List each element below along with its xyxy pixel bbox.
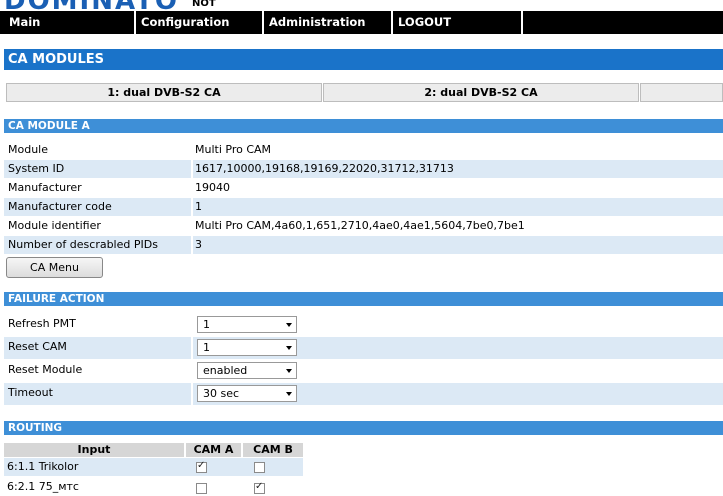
table-row: 6:1.1 Trikolor — [4, 458, 303, 476]
info-row-module-identifier: Module identifier Multi Pro CAM,4a60,1,6… — [4, 217, 723, 235]
info-value: Multi Pro CAM,4a60,1,651,2710,4ae0,4ae1,… — [195, 219, 525, 232]
nav-configuration[interactable]: Configuration — [134, 11, 262, 34]
failure-key: Reset CAM — [8, 340, 67, 353]
routing-cam-a-checkbox[interactable] — [196, 460, 207, 473]
info-row-descrambled-pids: Number of descrabled PIDs 3 — [4, 236, 723, 254]
routing-input: 6:1.1 Trikolor — [7, 460, 79, 473]
tab-module-2[interactable]: 2: dual DVB-S2 CA — [323, 83, 639, 102]
nav-administration[interactable]: Administration — [262, 11, 391, 34]
nav-spacer — [521, 11, 723, 34]
info-key: Module — [8, 143, 48, 156]
refresh-pmt-select[interactable]: 1 — [197, 316, 297, 333]
info-key: Manufacturer code — [8, 200, 112, 213]
info-row-manufacturer: Manufacturer 19040 — [4, 179, 723, 197]
info-key: Module identifier — [8, 219, 101, 232]
table-row: 6:2.1 75_мтс — [4, 478, 303, 496]
info-key: System ID — [8, 162, 65, 175]
ca-menu-button[interactable]: CA Menu — [6, 257, 103, 278]
brand-strip: DOMINATO NOT — [0, 0, 723, 10]
failure-row-reset-module: Reset Module enabled — [4, 360, 723, 382]
failure-key: Refresh PMT — [8, 317, 76, 330]
info-key: Number of descrabled PIDs — [8, 238, 158, 251]
chevron-down-icon — [286, 392, 292, 396]
info-value: 19040 — [195, 181, 230, 194]
info-row-manufacturer-code: Manufacturer code 1 — [4, 198, 723, 216]
select-value: 1 — [203, 341, 210, 354]
failure-row-refresh-pmt: Refresh PMT 1 — [4, 314, 723, 336]
failure-key: Timeout — [8, 386, 53, 399]
info-value: Multi Pro CAM — [195, 143, 272, 156]
routing-cam-a-checkbox[interactable] — [196, 483, 207, 494]
failure-action-header: FAILURE ACTION — [4, 292, 723, 306]
info-row-module: Module Multi Pro CAM — [4, 141, 723, 159]
timeout-select[interactable]: 30 sec — [197, 385, 297, 402]
select-value: 1 — [203, 318, 210, 331]
info-value: 1 — [195, 200, 202, 213]
select-value: 30 sec — [203, 387, 240, 400]
info-value: 1617,10000,19168,19169,22020,31712,31713 — [195, 162, 454, 175]
ca-module-header: CA MODULE A — [4, 119, 723, 133]
main-nav: Main Configuration Administration LOGOUT — [0, 11, 723, 34]
brand-logo: DOMINATO — [4, 0, 179, 10]
info-value: 3 — [195, 238, 202, 251]
routing-cam-b-checkbox[interactable] — [254, 462, 265, 473]
brand-subtitle: NOT — [192, 0, 216, 9]
page-title: CA MODULES — [4, 49, 723, 70]
routing-header: ROUTING — [4, 421, 723, 435]
chevron-down-icon — [286, 369, 292, 373]
failure-row-reset-cam: Reset CAM 1 — [4, 337, 723, 359]
chevron-down-icon — [286, 323, 292, 327]
routing-col-cam-a: CAM A — [186, 443, 241, 457]
chevron-down-icon — [286, 346, 292, 350]
routing-col-input: Input — [4, 443, 184, 457]
failure-row-timeout: Timeout 30 sec — [4, 383, 723, 405]
reset-cam-select[interactable]: 1 — [197, 339, 297, 356]
select-value: enabled — [203, 364, 248, 377]
info-row-system-id: System ID 1617,10000,19168,19169,22020,3… — [4, 160, 723, 178]
routing-col-cam-b: CAM B — [243, 443, 303, 457]
nav-main[interactable]: Main — [4, 11, 134, 34]
failure-key: Reset Module — [8, 363, 83, 376]
reset-module-select[interactable]: enabled — [197, 362, 297, 379]
nav-logout[interactable]: LOGOUT — [391, 11, 521, 34]
routing-cam-b-checkbox[interactable] — [254, 481, 265, 494]
tab-module-1[interactable]: 1: dual DVB-S2 CA — [6, 83, 322, 102]
routing-input: 6:2.1 75_мтс — [7, 480, 79, 493]
tab-module-3[interactable] — [640, 83, 723, 102]
info-key: Manufacturer — [8, 181, 82, 194]
